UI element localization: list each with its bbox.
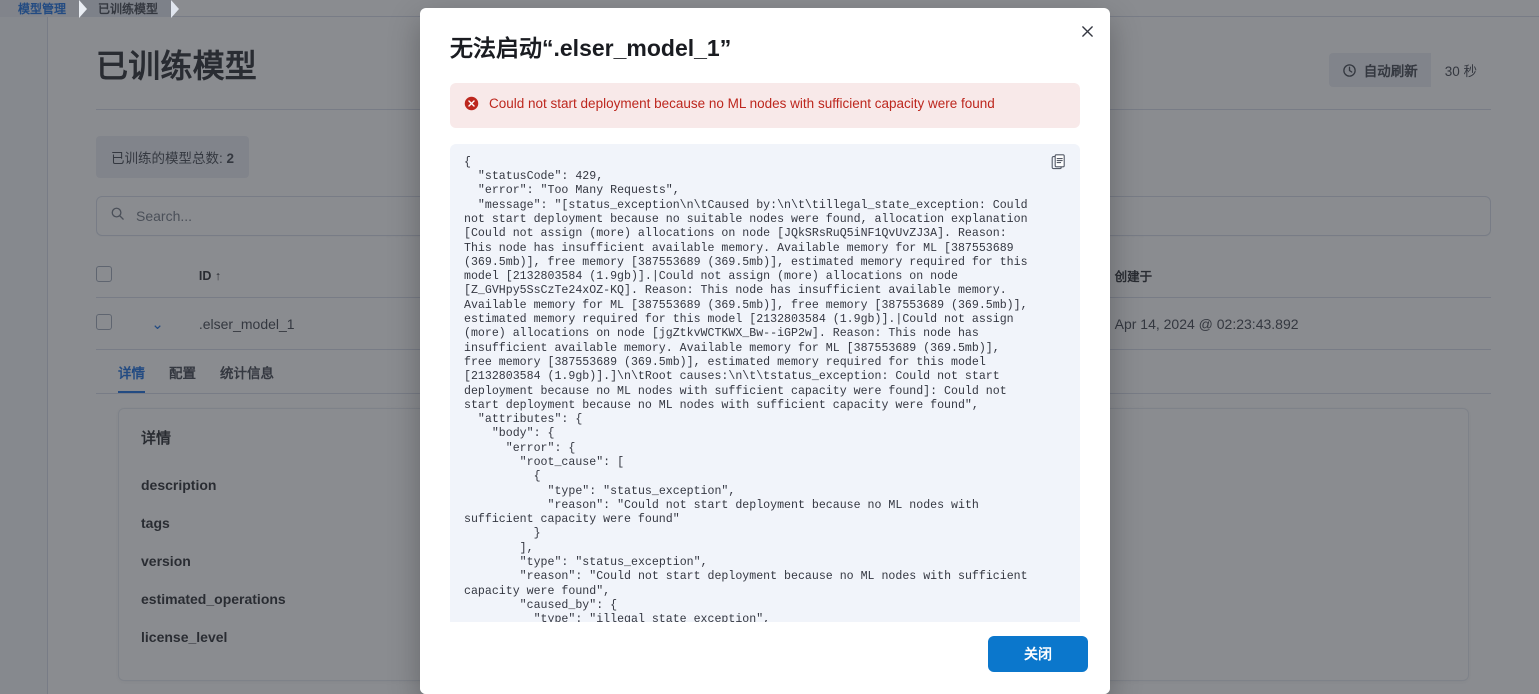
error-callout-message: Could not start deployment because no ML…	[489, 95, 995, 111]
modal-title: 无法启动“.elser_model_1”	[450, 35, 732, 61]
modal-scroll-area[interactable]: Could not start deployment because no ML…	[420, 73, 1110, 622]
close-icon[interactable]	[1072, 16, 1102, 46]
modal-footer: 关闭	[420, 622, 1110, 694]
modal-header: 无法启动“.elser_model_1”	[420, 8, 1110, 73]
error-modal: 无法启动“.elser_model_1” Could not start dep…	[420, 8, 1110, 694]
error-icon	[464, 96, 479, 116]
error-json: { "statusCode": 429, "error": "Too Many …	[464, 155, 1028, 622]
screen: 模型管理 已训练模型 已训练模型	[0, 0, 1539, 694]
close-button[interactable]: 关闭	[988, 636, 1088, 672]
copy-icon[interactable]	[1048, 152, 1070, 174]
error-code-block: { "statusCode": 429, "error": "Too Many …	[450, 143, 1080, 622]
error-callout: Could not start deployment because no ML…	[450, 82, 1080, 128]
